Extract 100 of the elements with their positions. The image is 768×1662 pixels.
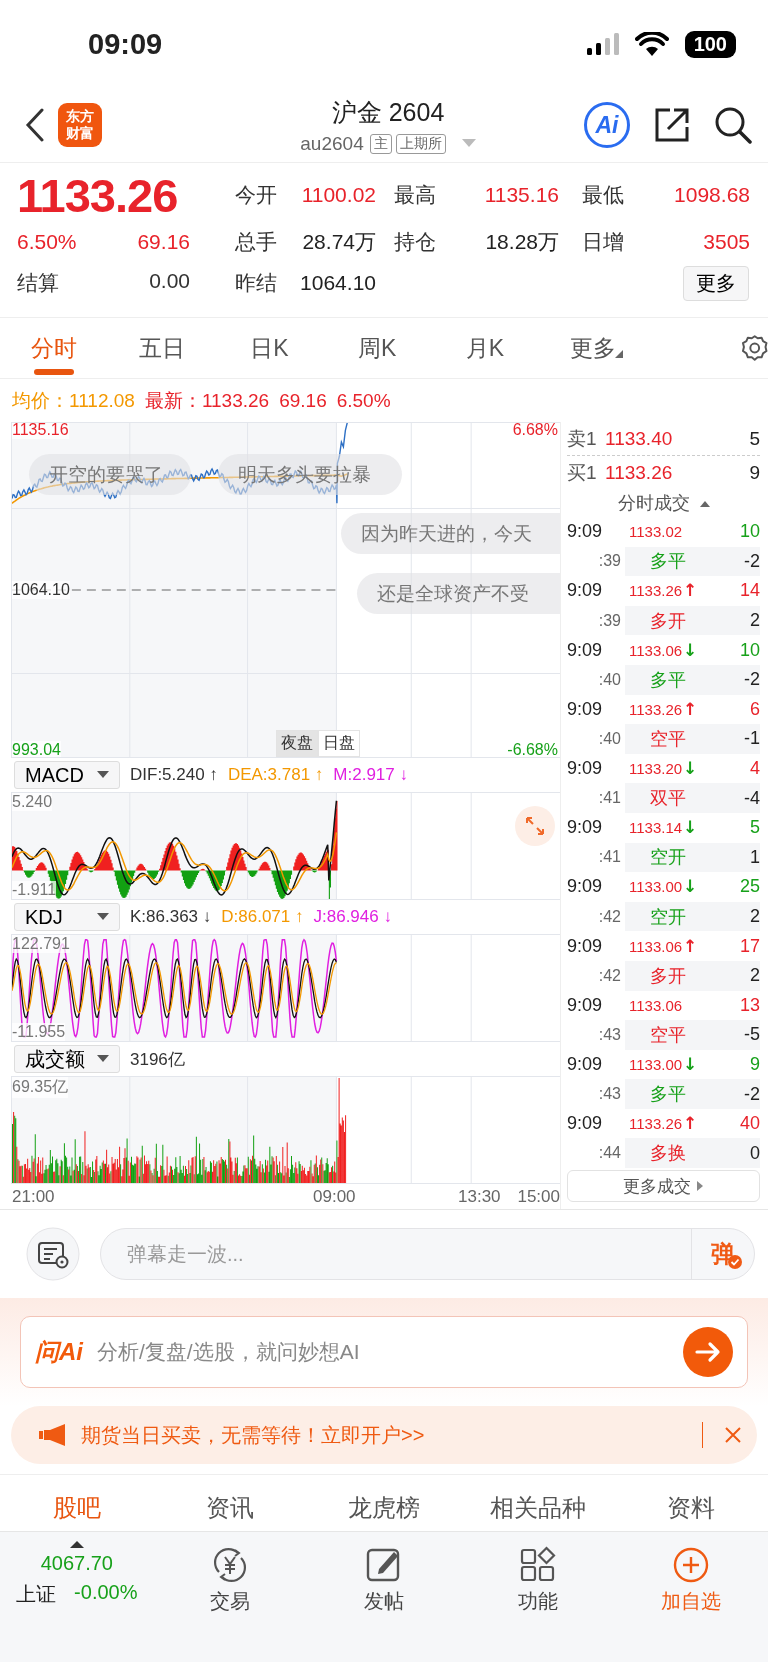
position-change: 2 — [750, 906, 760, 927]
session-toggle[interactable]: 日盘 — [318, 730, 360, 757]
section-tab[interactable]: 资料 — [614, 1475, 768, 1531]
ai-button[interactable]: Ai — [584, 102, 630, 148]
expand-icon[interactable] — [515, 806, 555, 846]
trade-volume: 25 — [739, 876, 760, 898]
trade-seconds: :43 — [597, 1025, 622, 1044]
position-change: -2 — [744, 550, 760, 572]
stat-label: 今开 — [235, 182, 278, 208]
caret-icon — [697, 1181, 704, 1192]
trend-arrow: ↓ — [683, 819, 698, 837]
trend-arrow: ↑ — [683, 1115, 698, 1133]
trade-type: 多平 — [649, 668, 687, 692]
chart-tab[interactable]: 日K — [215, 318, 324, 378]
session-toggle[interactable]: 夜盘 — [276, 730, 318, 757]
order-price: 1133.26 — [605, 461, 674, 484]
trade-seconds: :40 — [597, 670, 622, 689]
change-value: 69.16 — [279, 389, 327, 412]
settings-icon[interactable] — [740, 334, 768, 362]
trade-volume: 40 — [739, 1113, 760, 1135]
stat-label: 持仓 — [394, 229, 437, 255]
axis-label: 1135.16 — [12, 423, 69, 439]
nav-button[interactable]: 交易 — [153, 1540, 308, 1615]
trade-price: 1133.20 — [629, 760, 683, 778]
trade-price: 1133.00 — [629, 878, 683, 896]
indicator-value: 3196亿 — [130, 1048, 185, 1071]
stat-value: 28.74万 — [301, 229, 376, 255]
section-tab[interactable]: 资讯 — [153, 1475, 308, 1531]
indicator-value: M:2.917 ↓ — [333, 765, 408, 785]
trade-seconds: :39 — [597, 552, 622, 571]
chart-tab[interactable]: 分时 — [0, 318, 108, 378]
indicator-value: D:86.071 ↑ — [221, 907, 304, 927]
danmaku-field[interactable]: 弹幕走一波... — [101, 1241, 691, 1267]
status-time: 09:09 — [88, 27, 163, 61]
exchange-tag: 主 — [369, 133, 392, 154]
back-icon[interactable] — [24, 108, 46, 142]
danmaku-settings-icon[interactable] — [26, 1227, 80, 1281]
time-label: 09:00 — [313, 1187, 356, 1207]
trade-seconds: :41 — [597, 848, 622, 867]
trade-price: 1133.26 — [629, 1115, 683, 1133]
arrow-right-icon[interactable] — [683, 1327, 733, 1377]
wifi-icon — [634, 32, 669, 56]
time-label: 21:00 — [12, 1187, 55, 1207]
caret-icon[interactable] — [69, 1540, 84, 1548]
position-change: 1 — [750, 846, 760, 868]
section-tab[interactable]: 股吧 — [0, 1475, 154, 1531]
trade-price: 1133.06 — [629, 641, 683, 659]
position-change: -5 — [744, 1024, 760, 1046]
indicator-value: K:86.363 ↓ — [130, 907, 212, 927]
trade-time: 9:09 — [567, 935, 604, 957]
close-icon[interactable] — [725, 1427, 741, 1443]
indicator-select[interactable]: KDJ — [14, 903, 120, 931]
change-percent: 6.50% — [336, 389, 391, 412]
section-tab[interactable]: 相关品种 — [460, 1475, 615, 1531]
stat-value: 1100.02 — [300, 183, 376, 207]
nav-button[interactable]: 功能 — [460, 1540, 615, 1615]
indicator-select[interactable]: MACD — [14, 761, 120, 789]
share-icon[interactable] — [654, 107, 690, 143]
indicator-select[interactable]: 成交额 — [14, 1045, 120, 1073]
stat-value: 0.00 — [149, 269, 190, 294]
index-change: -0.00% — [74, 1581, 138, 1605]
order-price: 1133.40 — [605, 427, 674, 450]
more-trades-button[interactable]: 更多成交 — [567, 1170, 760, 1203]
trend-arrow: ↑ — [683, 937, 698, 955]
position-change: -2 — [744, 1083, 760, 1105]
trade-seconds: :44 — [597, 1144, 622, 1163]
nav-button[interactable]: 发帖 — [307, 1540, 461, 1615]
more-button[interactable]: 更多 — [683, 265, 749, 301]
chart-tab[interactable]: 五日 — [107, 318, 216, 378]
axis-label: 1064.10 — [12, 581, 70, 599]
index-value: 4067.70 — [40, 1552, 113, 1575]
trade-volume: 10 — [739, 639, 760, 661]
chart-tab[interactable]: 更多 — [538, 318, 647, 378]
order-label: 卖1 — [567, 426, 598, 451]
caret-icon — [614, 350, 623, 358]
trade-volume: 4 — [750, 758, 760, 780]
exchange-tag: 上期所 — [395, 133, 446, 154]
trade-type: 空平 — [649, 727, 687, 751]
trend-arrow: ↓ — [683, 1056, 698, 1073]
section-tab[interactable]: 龙虎榜 — [307, 1475, 461, 1531]
stat-value: 18.28万 — [484, 229, 559, 255]
chart-tab[interactable]: 月K — [431, 318, 539, 378]
battery-icon: 100 — [684, 30, 736, 58]
axis-label: -6.68% — [507, 741, 558, 757]
average-price: 1112.08 — [69, 389, 135, 412]
trade-type: 多平 — [649, 550, 687, 574]
trade-time: 9:09 — [567, 698, 604, 720]
caret-icon[interactable] — [699, 499, 710, 507]
indicator-value: DEA:3.781 ↑ — [227, 765, 324, 785]
search-icon[interactable] — [714, 106, 752, 144]
change-percent: 6.50% — [17, 230, 77, 254]
axis-label: 69.35亿 — [12, 1077, 69, 1098]
trade-time: 9:09 — [567, 994, 604, 1016]
chart-tab[interactable]: 周K — [323, 318, 432, 378]
axis-label: -11.955 — [12, 1023, 66, 1041]
trend-arrow: ↑ — [683, 582, 698, 600]
trade-time: 9:09 — [567, 1113, 604, 1135]
stat-value: 1064.10 — [299, 271, 376, 295]
index-name: 上证 — [16, 1582, 57, 1607]
trend-arrow: ↑ — [683, 700, 698, 718]
